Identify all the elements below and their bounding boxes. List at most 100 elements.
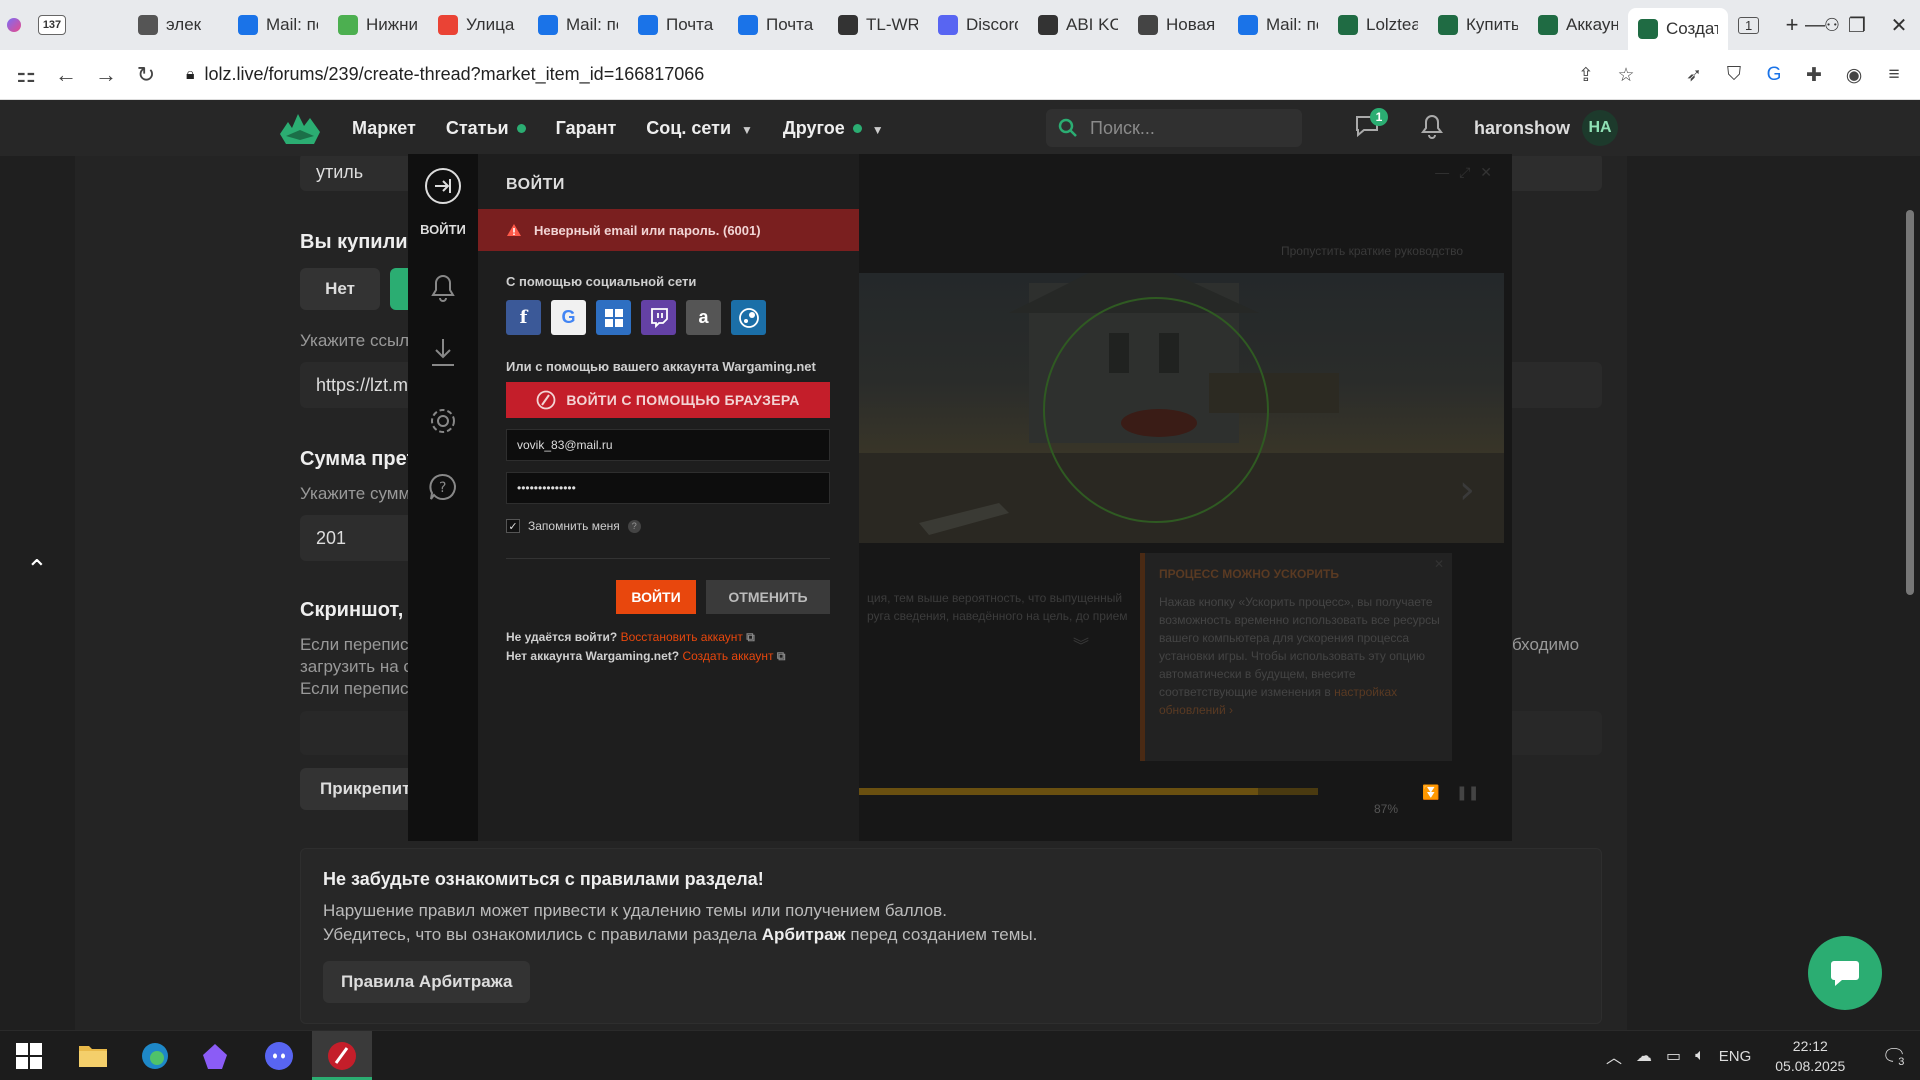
help-icon[interactable]: ? xyxy=(627,519,641,533)
chevron-down-icon: ▼ xyxy=(871,122,884,137)
explorer-taskbar-button[interactable] xyxy=(78,1041,108,1074)
wargaming-launcher: — ⤢ ✕ Пропустить краткие руководство › ц… xyxy=(408,154,1512,841)
facebook-icon: f xyxy=(519,307,528,328)
twitch-login-button[interactable] xyxy=(641,300,676,335)
search-icon xyxy=(1058,118,1077,137)
yes-button[interactable] xyxy=(390,268,410,310)
online-dot xyxy=(516,124,526,134)
start-button[interactable] xyxy=(16,1043,42,1074)
rules-line-2-end: перед созданием темы. xyxy=(845,925,1038,944)
speedup-icon[interactable]: ⏬ xyxy=(1422,784,1439,801)
rules-line-1: Нарушение правил может привести к удален… xyxy=(323,901,947,920)
speedup-tip: ПРОЦЕСС МОЖНО УСКОРИТЬ Нажав кнопку «Уск… xyxy=(1140,553,1452,761)
header-icons: 1 xyxy=(1354,100,1444,156)
cant-login-text: Не удаётся войти? xyxy=(506,630,618,644)
login-icon xyxy=(425,168,461,204)
bell-icon xyxy=(1421,114,1443,139)
restore-account-link[interactable]: Восстановить аккаунт xyxy=(621,630,743,644)
wargaming-icon xyxy=(536,390,556,410)
settings-nav-button[interactable] xyxy=(423,401,463,441)
windows-start-icon xyxy=(16,1043,42,1069)
folder-icon xyxy=(79,1046,107,1067)
nav-item[interactable]: Гарант xyxy=(556,118,617,139)
no-account-text: Нет аккаунта Wargaming.net? xyxy=(506,649,680,663)
rules-notice: Не забудьте ознакомиться с правилами раз… xyxy=(300,848,1602,1024)
network-icon[interactable]: ▭ xyxy=(1666,1046,1681,1066)
tray-chevron-icon[interactable]: ︿ xyxy=(1606,1044,1622,1068)
rules-section-name: Арбитраж xyxy=(761,925,846,944)
attach-button[interactable]: Прикрепит xyxy=(300,768,420,810)
chevron-down-icon[interactable]: ︾ xyxy=(1073,632,1089,656)
browser-login-label: ВОЙТИ С ПОМОЩЬЮ БРАУЗЕРА xyxy=(566,392,800,408)
tip-body: Нажав кнопку «Ускорить процесс», вы полу… xyxy=(1159,593,1449,719)
help-nav-button[interactable]: ? xyxy=(423,467,463,507)
downloads-nav-button[interactable] xyxy=(423,332,463,372)
discord-taskbar-button[interactable] xyxy=(264,1041,294,1076)
site-logo-icon[interactable] xyxy=(278,108,322,148)
notification-count: 3 xyxy=(1893,1053,1910,1070)
remember-checkbox[interactable]: ✓ xyxy=(506,519,520,533)
user-menu[interactable]: haronshow НА xyxy=(1474,100,1619,156)
notifications-center-button[interactable]: 🗨︎ 3 xyxy=(1881,1044,1910,1070)
login-button[interactable]: ВОЙТИ xyxy=(616,580,696,614)
language-indicator[interactable]: ENG xyxy=(1719,1048,1752,1065)
nav-item[interactable]: Статьи xyxy=(446,118,526,139)
nav-item-label: Другое xyxy=(782,117,845,138)
username: haronshow xyxy=(1474,117,1571,138)
email-field[interactable]: vovik_83@mail.ru xyxy=(506,429,830,461)
nav-item[interactable]: Соц. сети ▼ xyxy=(646,118,753,139)
nav-item-label: Маркет xyxy=(352,117,416,138)
nav-item[interactable]: Другое ▼ xyxy=(783,118,884,139)
download-percent: 87% xyxy=(1374,802,1399,816)
search-box[interactable]: Поиск... xyxy=(1046,109,1302,147)
password-field[interactable]: •••••••••••••• xyxy=(506,472,830,504)
google-icon: G xyxy=(561,307,576,327)
tip-body-text: Нажав кнопку «Ускорить процесс», вы полу… xyxy=(1159,595,1440,699)
tip-close-icon[interactable]: ✕ xyxy=(1434,557,1444,571)
online-dot xyxy=(852,124,862,134)
app-taskbar-button[interactable] xyxy=(200,1041,230,1076)
launcher-close-icon[interactable]: ✕ xyxy=(1480,164,1492,181)
remember-me[interactable]: ✓ Запомнить меня ? xyxy=(506,519,641,533)
discord-icon xyxy=(265,1042,293,1070)
warning-icon xyxy=(507,224,521,236)
notifications-button[interactable] xyxy=(1420,113,1444,144)
skip-guide-button[interactable]: Пропустить краткие руководство xyxy=(1240,236,1504,266)
chat-button[interactable] xyxy=(1808,936,1882,1010)
clock[interactable]: 22:12 05.08.2025 xyxy=(1775,1036,1845,1076)
notifications-nav-button[interactable] xyxy=(423,268,463,308)
volume-icon[interactable]: 🔈︎ xyxy=(1695,1047,1705,1065)
launcher-expand-icon[interactable]: ⤢ xyxy=(1459,164,1470,181)
screenshot-text-1: Если перепис xyxy=(300,635,409,654)
search-placeholder: Поиск... xyxy=(1090,117,1155,138)
facebook-login-button[interactable]: f xyxy=(506,300,541,335)
twitch-icon xyxy=(650,307,668,328)
login-panel: ВОЙТИ Неверный email или пароль. (6001) … xyxy=(478,154,859,841)
remember-label: Запомнить меня xyxy=(528,519,620,533)
wargaming-taskbar-button[interactable] xyxy=(312,1031,372,1080)
site-header: Маркет Статьи Гарант Соц. сети ▼ Другое ▼ Поис… xyxy=(0,100,1920,156)
nav-item-label: Гарант xyxy=(555,117,617,138)
launcher-hint-line-2: руга сведения, наведённого на цель, до п… xyxy=(867,609,1128,623)
browser-login-button[interactable]: ВОЙТИ С ПОМОЩЬЮ БРАУЗЕРА xyxy=(506,382,830,418)
pause-icon[interactable]: ❚❚ xyxy=(1456,784,1479,801)
rules-line-2-start: Убедитесь, что вы ознакомились с правила… xyxy=(323,925,762,944)
login-nav-button[interactable] xyxy=(423,166,463,206)
edge-taskbar-button[interactable] xyxy=(140,1041,170,1076)
cloud-icon[interactable]: ☁ xyxy=(1636,1046,1652,1066)
launcher-minimize-icon[interactable]: — xyxy=(1435,164,1449,181)
scroll-to-top-icon[interactable]: ⌃ xyxy=(26,554,48,585)
amazon-login-button[interactable]: a xyxy=(686,300,721,335)
error-message: Неверный email или пароль. (6001) xyxy=(534,222,761,238)
cancel-button[interactable]: ОТМЕНИТЬ xyxy=(706,580,830,614)
rules-button[interactable]: Правила Арбитража xyxy=(323,961,531,1003)
no-button[interactable]: Нет xyxy=(300,268,380,310)
create-account-link[interactable]: Создать аккаунт xyxy=(682,649,773,663)
nav-item[interactable]: Маркет xyxy=(352,118,416,139)
page-scrollbar[interactable] xyxy=(1906,210,1914,595)
messages-button[interactable]: 1 xyxy=(1354,107,1388,143)
steam-login-button[interactable] xyxy=(731,300,766,335)
create-row: Нет аккаунта Wargaming.net? Создать акка… xyxy=(506,649,785,664)
microsoft-login-button[interactable] xyxy=(596,300,631,335)
google-login-button[interactable]: G xyxy=(551,300,586,335)
